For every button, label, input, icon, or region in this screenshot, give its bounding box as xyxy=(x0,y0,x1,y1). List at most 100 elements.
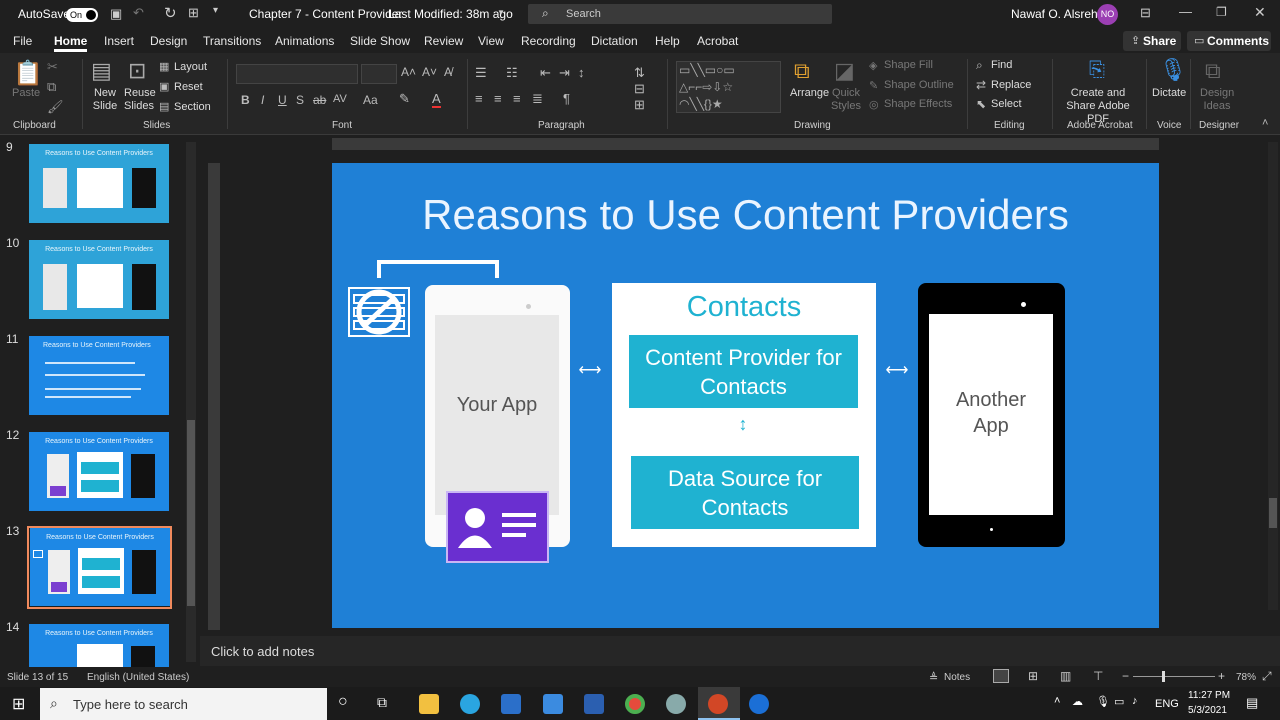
align-text-icon[interactable]: ⊟ xyxy=(634,81,645,97)
shape-outline-icon[interactable]: ✎ xyxy=(869,79,878,92)
task-view-icon[interactable]: ⧉ xyxy=(377,694,387,711)
zoom-out-icon[interactable]: − xyxy=(1122,669,1129,683)
paste-label[interactable]: Paste xyxy=(12,87,40,99)
app-icon[interactable] xyxy=(666,694,686,714)
slide-sorter-icon[interactable]: ⊞ xyxy=(1028,669,1038,683)
highlight-icon[interactable]: ✎ xyxy=(399,91,410,107)
notes-icon[interactable]: ≜ xyxy=(929,671,938,684)
reading-view-icon[interactable]: ▥ xyxy=(1060,669,1071,683)
slide-canvas[interactable]: Reasons to Use Content Providers Your Ap… xyxy=(332,163,1159,628)
redo-icon[interactable]: ↻ xyxy=(164,4,177,22)
numbering-icon[interactable]: ☷ xyxy=(506,65,518,81)
fit-slide-icon[interactable]: ⤢ xyxy=(1262,669,1272,684)
thumbnails-scroll-thumb[interactable] xyxy=(187,420,195,606)
share-button[interactable]: ⇪ Share xyxy=(1123,31,1181,51)
vertical-ruler[interactable] xyxy=(208,163,220,630)
cut-icon[interactable]: ✂ xyxy=(47,59,58,75)
zoom-in-icon[interactable]: + xyxy=(1218,669,1225,683)
another-app-device[interactable]: Another App xyxy=(918,283,1065,547)
editor-scrollbar[interactable] xyxy=(1268,142,1278,610)
italic-icon[interactable]: I xyxy=(261,93,264,107)
section-label[interactable]: Section xyxy=(174,101,211,113)
shape-effects-label[interactable]: Shape Effects xyxy=(884,98,952,110)
windows-start-icon[interactable]: ⊞ xyxy=(12,694,25,714)
find-label[interactable]: Find xyxy=(991,59,1012,71)
font-size-select[interactable] xyxy=(361,64,397,84)
tab-dictation[interactable]: Dictation xyxy=(591,34,638,48)
clear-format-icon[interactable]: A̸ xyxy=(444,65,452,79)
align-left-icon[interactable]: ≡ xyxy=(475,91,483,106)
restore-icon[interactable]: ❐ xyxy=(1216,5,1227,19)
file-explorer-icon[interactable] xyxy=(419,694,439,714)
shapes-gallery[interactable]: ▭╲╲▭○▭ △⌐⌐⇨⇩☆ ◠╲╲{}★ xyxy=(676,61,781,113)
tab-acrobat[interactable]: Acrobat xyxy=(697,34,738,48)
design-ideas-icon[interactable]: ⧉ xyxy=(1205,58,1221,84)
slide-thumbnail-10[interactable]: Reasons to Use Content Providers xyxy=(29,240,169,319)
app-icon[interactable] xyxy=(749,694,769,714)
ribbon-display-icon[interactable]: ⊟ xyxy=(1140,5,1151,21)
horizontal-ruler[interactable] xyxy=(332,138,1159,150)
paste-icon[interactable]: 📋 xyxy=(13,59,43,88)
microphone-icon[interactable]: 🎙 xyxy=(1159,57,1187,83)
align-center-icon[interactable]: ≡ xyxy=(494,91,502,106)
arrange-icon[interactable]: ⧉ xyxy=(794,58,810,84)
reuse-slides-icon[interactable]: ⊡ xyxy=(128,58,146,84)
slide-thumbnail-13[interactable]: Reasons to Use Content Providers xyxy=(30,528,170,606)
bold-icon[interactable]: B xyxy=(241,93,250,107)
line-spacing-icon[interactable]: ↕ xyxy=(578,65,585,80)
char-spacing-icon[interactable]: AV xyxy=(333,93,347,105)
close-icon[interactable]: ✕ xyxy=(1254,4,1266,21)
notes-pane[interactable]: Click to add notes xyxy=(200,636,1280,666)
cortana-icon[interactable]: ○ xyxy=(338,693,348,711)
bullets-icon[interactable]: ☰ xyxy=(475,65,487,81)
taskbar-search[interactable]: ⌕ Type here to search xyxy=(40,688,327,720)
tab-help[interactable]: Help xyxy=(655,34,680,48)
collapse-ribbon-icon[interactable]: ˄ xyxy=(1262,117,1268,129)
slide-thumbnail-11[interactable]: Reasons to Use Content Providers xyxy=(29,336,169,415)
undo-icon[interactable]: ↶ xyxy=(133,5,144,21)
zoom-level[interactable]: 78% xyxy=(1236,672,1256,683)
section-icon[interactable]: ▤ xyxy=(159,100,169,113)
clock-time[interactable]: 11:27 PM xyxy=(1188,690,1230,701)
shape-fill-icon[interactable]: ◈ xyxy=(869,59,877,72)
notifications-icon[interactable]: ▤ xyxy=(1246,695,1258,711)
align-right-icon[interactable]: ≡ xyxy=(513,91,521,106)
avatar[interactable]: NO xyxy=(1097,4,1118,25)
reuse-slides-label[interactable]: Reuse Slides xyxy=(124,87,156,113)
search-box[interactable]: ⌕ Search xyxy=(528,4,832,24)
tray-chevron-icon[interactable]: ˄ xyxy=(1054,695,1060,707)
replace-icon[interactable]: ⇄ xyxy=(976,78,986,92)
tab-animations[interactable]: Animations xyxy=(275,34,334,48)
shadow-icon[interactable]: S xyxy=(296,93,304,107)
input-language[interactable]: ENG xyxy=(1155,698,1179,710)
comments-button[interactable]: ▭ Comments xyxy=(1187,31,1271,51)
autosave-toggle[interactable]: On xyxy=(66,8,98,22)
word-icon[interactable] xyxy=(584,694,604,714)
minimize-icon[interactable]: — xyxy=(1179,4,1192,19)
document-title[interactable]: Chapter 7 - Content Provider xyxy=(249,7,402,21)
contact-card-icon[interactable] xyxy=(446,491,549,563)
tab-home[interactable]: Home xyxy=(54,34,88,52)
new-slide-icon[interactable]: ▤ xyxy=(91,58,112,84)
tab-design[interactable]: Design xyxy=(150,34,187,48)
slideshow-icon[interactable]: ⊤ xyxy=(1093,669,1103,683)
justify-icon[interactable]: ≣ xyxy=(532,91,543,107)
tab-recording[interactable]: Recording xyxy=(521,34,576,48)
tab-view[interactable]: View xyxy=(478,34,504,48)
font-name-select[interactable] xyxy=(236,64,358,84)
database-blocked-icon[interactable] xyxy=(348,287,410,337)
layout-icon[interactable]: ▦ xyxy=(159,60,169,73)
reset-icon[interactable]: ▣ xyxy=(159,80,169,93)
volume-icon[interactable]: ♪ xyxy=(1132,695,1138,707)
thumbnails-scrollbar[interactable] xyxy=(186,142,196,662)
slide-title[interactable]: Reasons to Use Content Providers xyxy=(332,191,1159,239)
powerpoint-icon[interactable] xyxy=(708,694,728,714)
slide-thumbnail-9[interactable]: Reasons to Use Content Providers xyxy=(29,144,169,223)
store-icon[interactable] xyxy=(501,694,521,714)
smartart-icon[interactable]: ⊞ xyxy=(634,97,645,113)
microphone-tray-icon[interactable]: 🎙 xyxy=(1096,695,1110,708)
adobe-pdf-icon[interactable]: ⎘ xyxy=(1089,59,1105,82)
shrink-font-icon[interactable]: A˅ xyxy=(422,65,437,79)
replace-label[interactable]: Replace xyxy=(991,79,1031,91)
battery-icon[interactable]: ▭ xyxy=(1114,695,1124,708)
